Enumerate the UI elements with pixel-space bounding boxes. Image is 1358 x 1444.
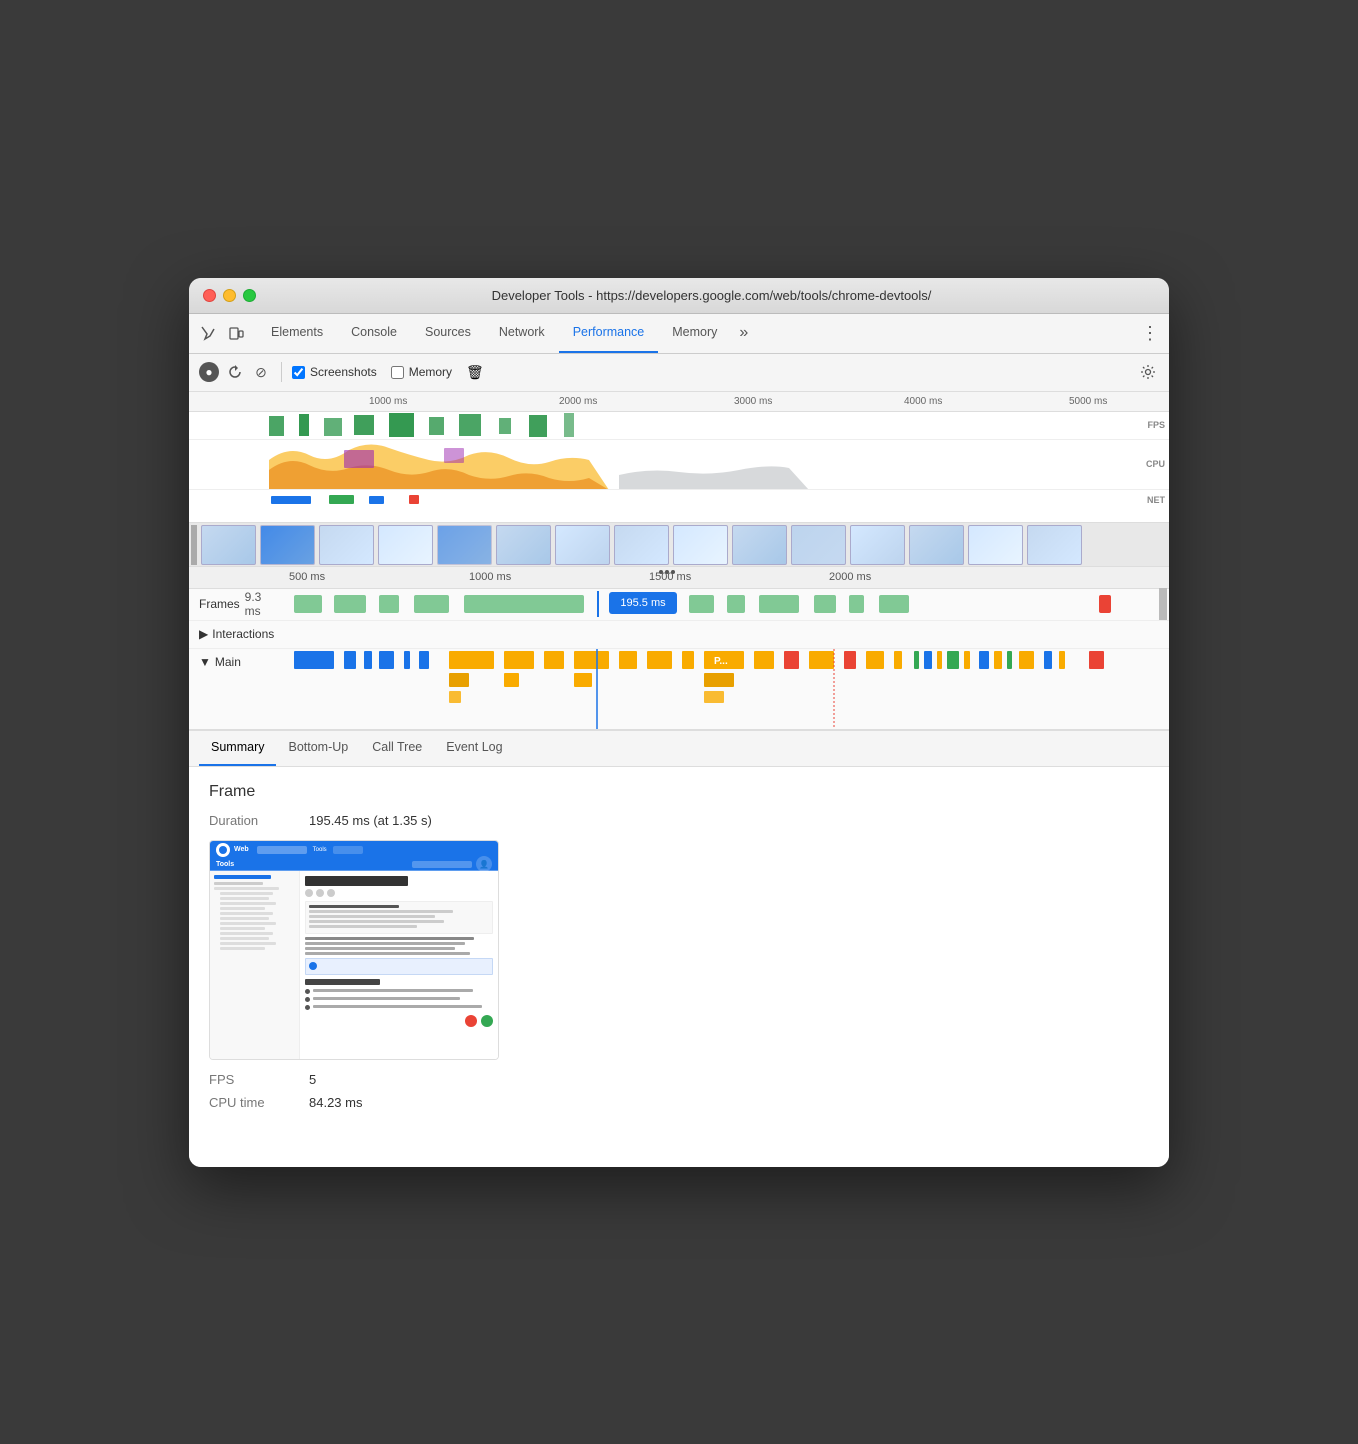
bottom-ruler-500: 500 ms — [289, 571, 325, 583]
bottom-tabs-bar: Summary Bottom-Up Call Tree Event Log — [189, 731, 1169, 767]
bottom-ruler-1000: 1000 ms — [469, 571, 511, 583]
memory-checkbox[interactable] — [391, 366, 404, 379]
title-bar: Developer Tools - https://developers.goo… — [189, 278, 1169, 314]
summary-frame-title: Frame — [209, 783, 1149, 801]
screenshot-thumb-12 — [850, 525, 905, 565]
fps-value: 5 — [309, 1072, 316, 1087]
frames-row-label: Frames 9.3 ms — [189, 590, 289, 618]
cpu-track-label: CPU — [1146, 459, 1165, 469]
tab-bar-icons — [197, 322, 247, 344]
mini-browser: Web Tools Tools 👤 — [210, 841, 498, 1059]
traffic-lights — [203, 289, 256, 302]
duration-label: Duration — [209, 813, 309, 828]
screenshots-checkbox[interactable] — [292, 366, 305, 379]
tab-elements[interactable]: Elements — [257, 313, 337, 353]
performance-toolbar: ● ⊘ Screenshots Memory 🗑 — [189, 354, 1169, 392]
main-timeline: P... — [289, 649, 1169, 729]
screenshot-thumb-3 — [319, 525, 374, 565]
cpu-time-label: CPU time — [209, 1095, 309, 1110]
tab-network[interactable]: Network — [485, 313, 559, 353]
svg-text:195.5 ms: 195.5 ms — [620, 597, 666, 609]
tab-sources[interactable]: Sources — [411, 313, 485, 353]
tab-performance[interactable]: Performance — [559, 313, 659, 353]
tab-bottom-up[interactable]: Bottom-Up — [276, 730, 360, 766]
summary-fps-row: FPS 5 — [209, 1072, 1149, 1087]
detail-timeline-area: Frames 9.3 ms 195.5 ms — [189, 589, 1169, 731]
fps-label: FPS — [209, 1072, 309, 1087]
ruler-mark-2000: 2000 ms — [559, 396, 597, 407]
screenshot-thumb-4 — [378, 525, 433, 565]
main-row: ▼ Main — [189, 649, 1169, 730]
toolbar-divider-1 — [281, 362, 282, 382]
cpu-time-value: 84.23 ms — [309, 1095, 362, 1110]
selection-dots — [659, 570, 675, 574]
delete-button[interactable]: 🗑 — [466, 364, 484, 381]
inspector-icon[interactable] — [197, 322, 219, 344]
screenshot-thumb-13 — [909, 525, 964, 565]
screenshot-thumb-9 — [673, 525, 728, 565]
screenshot-thumb-14 — [968, 525, 1023, 565]
interactions-timeline — [289, 620, 1169, 648]
tab-console[interactable]: Console — [337, 313, 411, 353]
tab-memory[interactable]: Memory — [658, 313, 731, 353]
tab-summary[interactable]: Summary — [199, 730, 276, 766]
screenshot-thumb-15 — [1027, 525, 1082, 565]
screenshot-thumb-6 — [496, 525, 551, 565]
tab-bar: Elements Console Sources Network Perform… — [189, 314, 1169, 354]
tab-event-log[interactable]: Event Log — [434, 730, 514, 766]
screenshots-checkbox-label[interactable]: Screenshots — [292, 365, 377, 379]
ruler-mark-5000: 5000 ms — [1069, 396, 1107, 407]
devtools-window: Developer Tools - https://developers.goo… — [189, 278, 1169, 1167]
ruler-mark-3000: 3000 ms — [734, 396, 772, 407]
frame-screenshot-preview: Web Tools Tools 👤 — [209, 840, 499, 1060]
reload-record-button[interactable] — [225, 362, 245, 382]
window-title: Developer Tools - https://developers.goo… — [268, 288, 1155, 303]
minimize-button[interactable] — [223, 289, 236, 302]
ruler-mark-4000: 4000 ms — [904, 396, 942, 407]
interactions-expand-arrow[interactable]: ▶ — [199, 627, 208, 641]
memory-checkbox-label[interactable]: Memory — [391, 365, 452, 379]
close-button[interactable] — [203, 289, 216, 302]
svg-text:P...: P... — [714, 656, 728, 667]
tab-bar-end-controls: ⋮ — [1139, 322, 1161, 344]
frames-timeline: 195.5 ms — [289, 588, 1169, 620]
main-expand-arrow[interactable]: ▼ — [199, 655, 211, 669]
net-track-label: NET — [1147, 495, 1165, 505]
summary-panel: Frame Duration 195.45 ms (at 1.35 s) Web… — [189, 767, 1169, 1167]
settings-icon[interactable] — [1137, 361, 1159, 383]
interactions-row: ▶ Interactions — [189, 621, 1169, 649]
screenshot-thumb-5 — [437, 525, 492, 565]
more-tabs-button[interactable]: » — [731, 324, 756, 342]
screenshot-thumb-11 — [791, 525, 846, 565]
device-toolbar-icon[interactable] — [225, 322, 247, 344]
screenshot-thumb-1 — [201, 525, 256, 565]
timeline-overview: 1000 ms 2000 ms 3000 ms 4000 ms 5000 ms — [189, 392, 1169, 567]
screenshot-thumb-8 — [614, 525, 669, 565]
fullscreen-button[interactable] — [243, 289, 256, 302]
screenshot-thumb-10 — [732, 525, 787, 565]
duration-value: 195.45 ms (at 1.35 s) — [309, 813, 432, 828]
toolbar-end — [1137, 361, 1159, 383]
summary-cpu-row: CPU time 84.23 ms — [209, 1095, 1149, 1110]
bottom-ruler-2000: 2000 ms — [829, 571, 871, 583]
screenshot-thumb-2 — [260, 525, 315, 565]
record-button[interactable]: ● — [199, 362, 219, 382]
more-options-icon[interactable]: ⋮ — [1139, 322, 1161, 344]
fps-track-label: FPS — [1147, 420, 1165, 430]
screenshot-thumb-7 — [555, 525, 610, 565]
summary-duration-row: Duration 195.45 ms (at 1.35 s) — [209, 813, 1149, 828]
timeline-scrollbar[interactable] — [1159, 588, 1167, 620]
clear-button[interactable]: ⊘ — [251, 362, 271, 382]
tab-call-tree[interactable]: Call Tree — [360, 730, 434, 766]
ruler-mark-1000: 1000 ms — [369, 396, 407, 407]
